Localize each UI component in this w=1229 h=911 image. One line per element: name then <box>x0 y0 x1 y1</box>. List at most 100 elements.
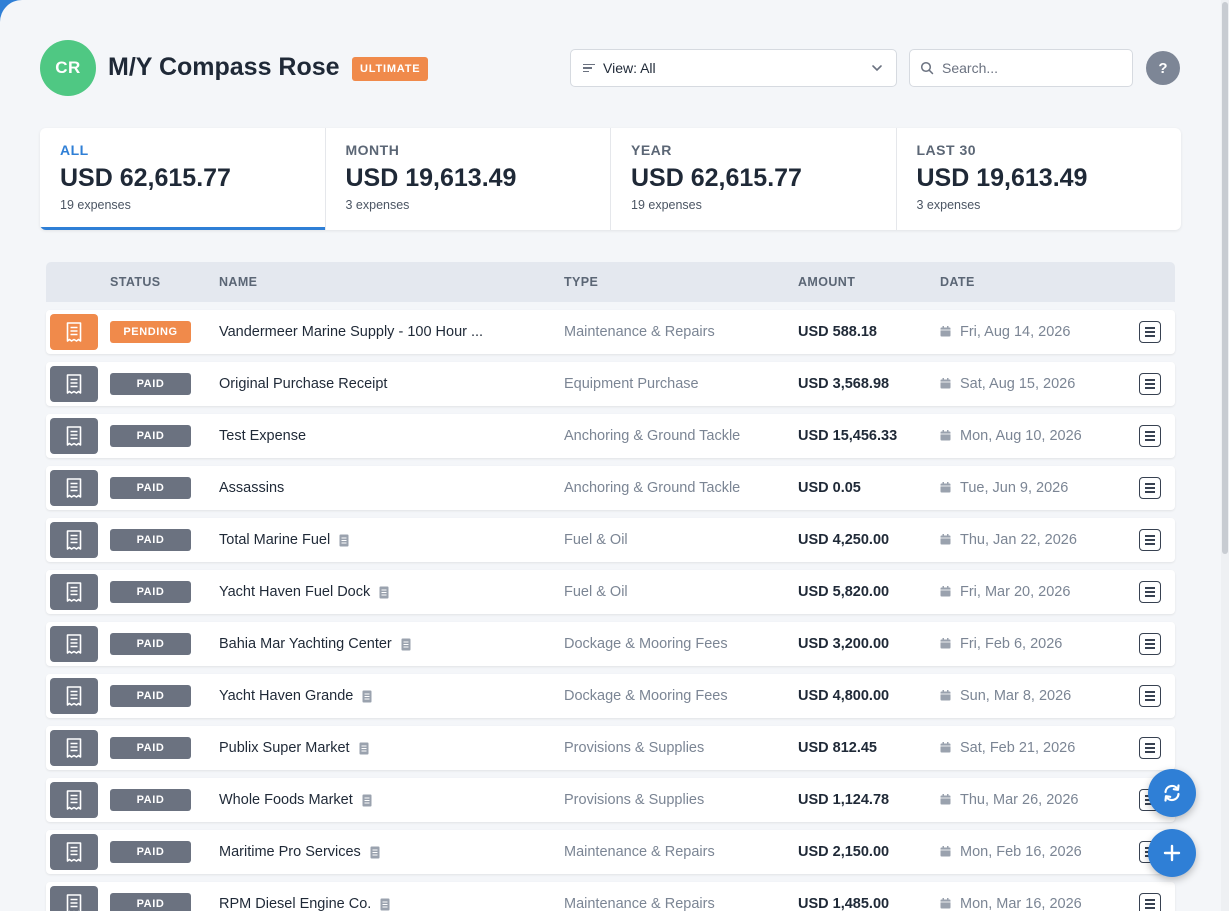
expense-date: Fri, Aug 14, 2026 <box>960 324 1071 340</box>
expense-name[interactable]: Original Purchase Receipt <box>219 376 387 392</box>
view-select[interactable]: View: All <box>570 49 897 87</box>
expense-type: Anchoring & Ground Tackle <box>564 428 741 444</box>
scrollbar-thumb[interactable] <box>1222 2 1228 554</box>
row-menu-button[interactable] <box>1139 321 1161 343</box>
status-badge: PAID <box>110 685 191 707</box>
receipt-button[interactable] <box>50 366 98 402</box>
summary-card-all[interactable]: ALL USD 62,615.77 19 expenses <box>40 128 326 230</box>
table-row[interactable]: PAID Original Purchase Receipt Equipment P… <box>46 362 1175 406</box>
summary-card-value: USD 62,615.77 <box>631 164 802 192</box>
calendar-icon <box>940 378 951 389</box>
summary-card-value: USD 62,615.77 <box>60 164 231 192</box>
expense-name[interactable]: Assassins <box>219 480 284 496</box>
summary-card-year[interactable]: YEAR USD 62,615.77 19 expenses <box>611 128 897 230</box>
summary-card-label: YEAR <box>631 142 672 158</box>
add-expense-button[interactable] <box>1148 829 1196 877</box>
table-row[interactable]: PAID Bahia Mar Yachting Center Dockage & M… <box>46 622 1175 666</box>
expense-amount: USD 3,200.00 <box>798 636 890 652</box>
row-menu-button[interactable] <box>1139 737 1161 759</box>
table-row[interactable]: PAID Test Expense Anchoring & Ground Tackl… <box>46 414 1175 458</box>
summary-card-last30[interactable]: LAST 30 USD 19,613.49 3 expenses <box>897 128 1182 230</box>
expense-name[interactable]: Yacht Haven Grande <box>219 688 372 704</box>
help-button[interactable]: ? <box>1146 51 1180 85</box>
receipt-button[interactable] <box>50 834 98 870</box>
expense-name[interactable]: Total Marine Fuel <box>219 532 349 548</box>
calendar-icon <box>940 690 951 701</box>
calendar-icon <box>940 482 951 493</box>
receipt-button[interactable] <box>50 782 98 818</box>
expense-date: Thu, Mar 26, 2026 <box>960 792 1079 808</box>
expense-amount: USD 0.05 <box>798 480 861 496</box>
table-row[interactable]: PAID Publix Super Market Provisions & Supp… <box>46 726 1175 770</box>
column-header-name[interactable]: NAME <box>219 275 257 289</box>
document-icon <box>379 586 389 598</box>
search-box[interactable] <box>909 49 1133 87</box>
receipt-button[interactable] <box>50 314 98 350</box>
scrollbar[interactable] <box>1221 0 1229 911</box>
sync-button[interactable] <box>1148 769 1196 817</box>
expense-type: Provisions & Supplies <box>564 792 705 808</box>
column-header-status[interactable]: STATUS <box>110 275 161 289</box>
expense-date: Mon, Mar 16, 2026 <box>960 896 1082 911</box>
row-menu-button[interactable] <box>1139 581 1161 603</box>
receipt-icon <box>66 634 82 654</box>
row-menu-button[interactable] <box>1139 373 1161 395</box>
summary-card-count: 19 expenses <box>631 198 702 212</box>
row-menu-button[interactable] <box>1139 633 1161 655</box>
expense-name-text: Bahia Mar Yachting Center <box>219 636 392 652</box>
expense-name[interactable]: Bahia Mar Yachting Center <box>219 636 411 652</box>
receipt-button[interactable] <box>50 886 98 911</box>
receipt-button[interactable] <box>50 522 98 558</box>
expense-type: Fuel & Oil <box>564 532 628 548</box>
table-row[interactable]: PAID Whole Foods Market Provisions & Suppl… <box>46 778 1175 822</box>
table-row[interactable]: PAID Assassins Anchoring & Ground Tackle US… <box>46 466 1175 510</box>
document-icon <box>380 898 390 910</box>
expense-date: Mon, Feb 16, 2026 <box>960 844 1082 860</box>
row-menu-button[interactable] <box>1139 477 1161 499</box>
expense-name[interactable]: Publix Super Market <box>219 740 369 756</box>
table-row[interactable]: PAID Yacht Haven Grande Dockage & Mooring … <box>46 674 1175 718</box>
receipt-button[interactable] <box>50 678 98 714</box>
receipt-button[interactable] <box>50 626 98 662</box>
receipt-button[interactable] <box>50 418 98 454</box>
expense-amount: USD 588.18 <box>798 324 877 340</box>
receipt-icon <box>66 374 82 394</box>
status-badge: PAID <box>110 425 191 447</box>
receipt-icon <box>66 738 82 758</box>
column-header-type[interactable]: TYPE <box>564 275 598 289</box>
receipt-icon <box>66 478 82 498</box>
row-menu-button[interactable] <box>1139 529 1161 551</box>
table-row[interactable]: PAID Yacht Haven Fuel Dock Fuel & Oil USD 5… <box>46 570 1175 614</box>
expense-amount: USD 4,250.00 <box>798 532 890 548</box>
row-menu-button[interactable] <box>1139 685 1161 707</box>
menu-icon <box>1145 535 1155 537</box>
expense-name[interactable]: Maritime Pro Services <box>219 844 380 860</box>
table-row[interactable]: PENDING Vandermeer Marine Supply - 100 Ho… <box>46 310 1175 354</box>
table-row[interactable]: PAID RPM Diesel Engine Co. Maintenance & R… <box>46 882 1175 911</box>
search-input[interactable] <box>942 60 1112 76</box>
receipt-button[interactable] <box>50 730 98 766</box>
column-header-amount[interactable]: AMOUNT <box>798 275 855 289</box>
expense-type: Equipment Purchase <box>564 376 699 392</box>
receipt-button[interactable] <box>50 470 98 506</box>
receipt-button[interactable] <box>50 574 98 610</box>
summary-card-month[interactable]: MONTH USD 19,613.49 3 expenses <box>326 128 611 230</box>
calendar-icon <box>940 742 951 753</box>
column-header-date[interactable]: DATE <box>940 275 975 289</box>
expense-name[interactable]: Vandermeer Marine Supply - 100 Hour ... <box>219 324 483 340</box>
status-badge: PAID <box>110 633 191 655</box>
expense-name-text: Assassins <box>219 480 285 496</box>
row-menu-button[interactable] <box>1139 425 1161 447</box>
vessel-name: M/Y Compass Rose <box>108 53 340 81</box>
row-menu-button[interactable] <box>1139 893 1161 911</box>
status-badge: PAID <box>110 789 191 811</box>
expense-name[interactable]: Whole Foods Market <box>219 792 372 808</box>
expense-name[interactable]: Test Expense <box>219 428 306 444</box>
table-row[interactable]: PAID Maritime Pro Services Maintenance & R… <box>46 830 1175 874</box>
expense-list: PENDING Vandermeer Marine Supply - 100 Ho… <box>46 310 1175 911</box>
summary-card-label: ALL <box>60 142 89 158</box>
expense-name[interactable]: RPM Diesel Engine Co. <box>219 896 390 911</box>
table-row[interactable]: PAID Total Marine Fuel Fuel & Oil USD 4,250… <box>46 518 1175 562</box>
receipt-icon <box>66 686 82 706</box>
expense-name[interactable]: Yacht Haven Fuel Dock <box>219 584 389 600</box>
